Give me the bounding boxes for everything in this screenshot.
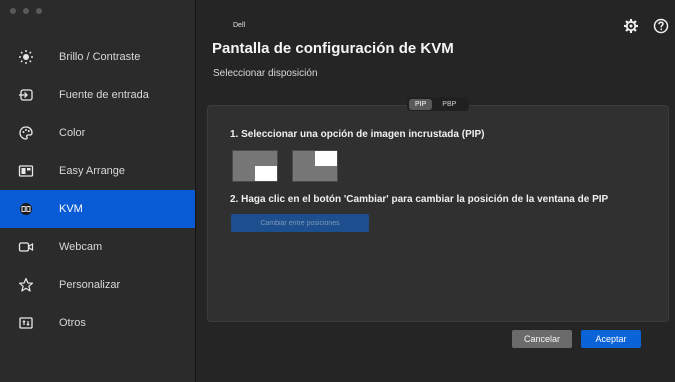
sidebar-item-personalize[interactable]: Personalizar [0, 266, 195, 304]
others-icon [18, 315, 34, 331]
sidebar-item-webcam[interactable]: Webcam [0, 228, 195, 266]
sun-icon [18, 49, 34, 65]
sidebar-item-label: Color [59, 127, 86, 139]
pip-window-preview [315, 151, 337, 166]
pip-toggle-button[interactable]: PIP [409, 98, 433, 110]
sidebar-item-easy-arrange[interactable]: Easy Arrange [0, 152, 195, 190]
brand-label: Dell [233, 22, 246, 29]
pip-window-preview [255, 166, 277, 181]
star-icon [18, 277, 34, 293]
input-source-icon [18, 87, 34, 103]
window-controls [10, 8, 42, 14]
gear-icon[interactable] [623, 18, 639, 34]
close-dot[interactable] [10, 8, 16, 14]
kvm-icon [18, 201, 34, 217]
sidebar-item-input-source[interactable]: Fuente de entrada [0, 76, 195, 114]
sidebar-item-label: Brillo / Contraste [59, 51, 141, 63]
sidebar-item-label: Webcam [59, 241, 103, 253]
sidebar-item-label: Otros [59, 317, 86, 329]
swap-positions-button[interactable]: Cambiar entre posiciones [231, 214, 369, 232]
help-icon[interactable] [653, 18, 669, 34]
webcam-icon [18, 239, 34, 255]
sidebar-item-label: Personalizar [59, 279, 121, 291]
page-subtitle: Seleccionar disposición [213, 68, 318, 79]
app-window: Brillo / Contraste Fuente de entrada Col… [0, 0, 675, 382]
pbp-toggle-button[interactable]: PBP [436, 99, 462, 110]
accept-button[interactable]: Aceptar [581, 330, 641, 348]
sidebar-item-others[interactable]: Otros [0, 304, 195, 342]
minimize-dot[interactable] [23, 8, 29, 14]
main-content: Dell Pantalla de configuración de KVM Se… [196, 0, 675, 382]
sidebar-item-kvm[interactable]: KVM [0, 190, 195, 228]
step-two-label: 2. Haga clic en el botón 'Cambiar' para … [230, 194, 609, 205]
page-title: Pantalla de configuración de KVM [212, 40, 454, 57]
sidebar-item-label: KVM [59, 203, 83, 215]
sidebar-item-color[interactable]: Color [0, 114, 195, 152]
sidebar-nav: Brillo / Contraste Fuente de entrada Col… [0, 38, 195, 342]
zoom-dot[interactable] [36, 8, 42, 14]
cancel-button[interactable]: Cancelar [512, 330, 572, 348]
pip-option-top-right[interactable] [292, 150, 338, 182]
sidebar-item-label: Easy Arrange [59, 165, 126, 177]
sidebar: Brillo / Contraste Fuente de entrada Col… [0, 0, 196, 382]
layout-mode-toggle: PIP PBP [407, 97, 469, 111]
sidebar-item-label: Fuente de entrada [59, 89, 149, 101]
color-palette-icon [18, 125, 34, 141]
pip-option-bottom-right[interactable] [232, 150, 278, 182]
sidebar-item-brightness[interactable]: Brillo / Contraste [0, 38, 195, 76]
layout-icon [18, 163, 34, 179]
step-one-label: 1. Seleccionar una opción de imagen incr… [230, 129, 485, 140]
